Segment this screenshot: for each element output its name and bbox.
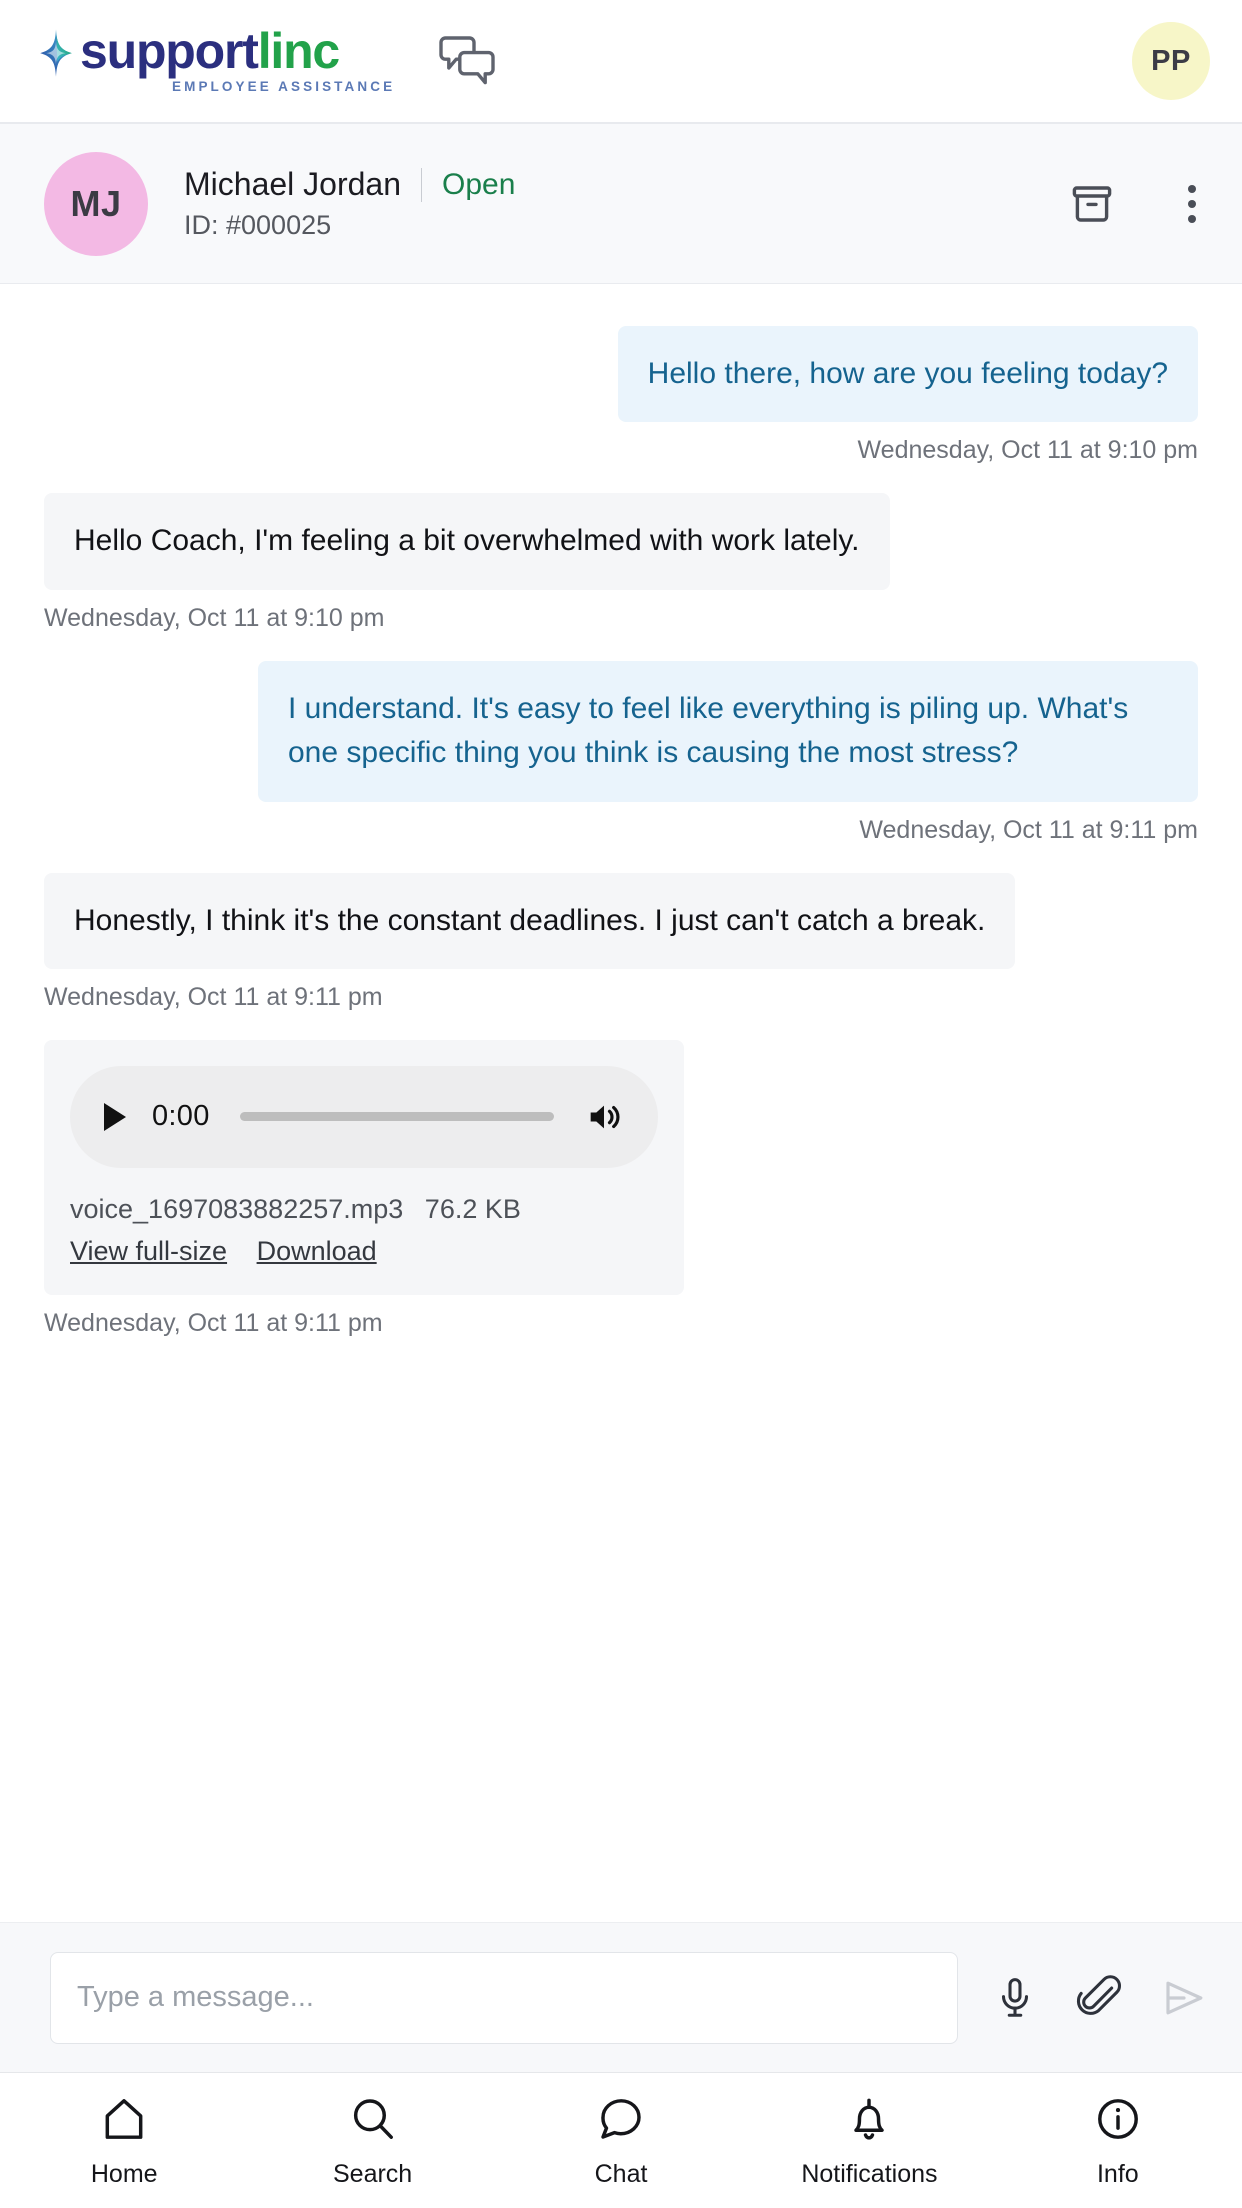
info-circle-icon <box>1092 2093 1144 2150</box>
nav-item-notifications[interactable]: Notifications <box>745 2093 993 2189</box>
nav-item-search[interactable]: Search <box>248 2093 496 2189</box>
view-full-size-link[interactable]: View full-size <box>70 1236 227 1266</box>
attachment-file-size: 76.2 KB <box>424 1193 521 1224</box>
nav-label-notifications: Notifications <box>801 2159 938 2188</box>
message-bubble: Hello there, how are you feeling today? <box>617 326 1198 423</box>
message-bubble: I understand. It's easy to feel like eve… <box>258 660 1198 802</box>
archive-box-icon[interactable] <box>1068 180 1116 228</box>
bottom-navigation: Home Search Chat Notifications Info <box>0 2072 1242 2208</box>
nav-label-info: Info <box>1096 2159 1139 2188</box>
message-bubble: Hello Coach, I'm feeling a bit overwhelm… <box>44 493 890 590</box>
message-item: I understand. It's easy to feel like eve… <box>44 660 1198 845</box>
message-input[interactable] <box>50 1951 958 2044</box>
nav-item-info[interactable]: Info <box>994 2093 1242 2189</box>
paperclip-icon[interactable] <box>1076 1974 1122 2021</box>
conversation-actions <box>1068 179 1212 229</box>
supportlinc-logo[interactable]: supportlinc EMPLOYEE ASSISTANCE <box>28 26 396 94</box>
contact-avatar-initials: MJ <box>70 182 122 224</box>
attachment-timestamp: Wednesday, Oct 11 at 9:11 pm <box>44 1308 383 1337</box>
attachment-file-info: voice_1697083882257.mp3 76.2 KB <box>70 1194 658 1225</box>
logo-tagline: EMPLOYEE ASSISTANCE <box>172 78 396 94</box>
logo-word-linc: linc <box>257 23 341 80</box>
brand-header: supportlinc EMPLOYEE ASSISTANCE PP <box>0 0 1242 124</box>
volume-icon[interactable] <box>584 1097 624 1137</box>
audio-player[interactable]: 0:00 <box>70 1065 658 1168</box>
attachment-file-name: voice_1697083882257.mp3 <box>70 1193 404 1224</box>
play-icon[interactable] <box>104 1102 126 1131</box>
message-item: Hello there, how are you feeling today? … <box>44 326 1198 465</box>
audio-current-time: 0:00 <box>152 1100 210 1133</box>
search-icon <box>347 2093 399 2150</box>
nav-label-chat: Chat <box>594 2159 648 2188</box>
conversation-meta: Michael Jordan Open ID: #000025 <box>184 166 515 241</box>
divider <box>421 167 422 202</box>
double-speech-bubble-icon[interactable] <box>437 34 499 90</box>
chat-app-screen: supportlinc EMPLOYEE ASSISTANCE PP MJ Mi… <box>0 0 1242 2208</box>
nav-item-chat[interactable]: Chat <box>497 2093 745 2189</box>
conversation-header: MJ Michael Jordan Open ID: #000025 <box>0 124 1242 284</box>
status-badge: Open <box>442 167 516 201</box>
logo-word-support: support <box>80 23 259 80</box>
message-item: Hello Coach, I'm feeling a bit overwhelm… <box>44 493 1198 632</box>
attachment-links: View full-size Download <box>70 1236 658 1267</box>
message-list: Hello there, how are you feeling today? … <box>0 284 1242 1922</box>
message-item: Honestly, I think it's the constant dead… <box>44 872 1198 1012</box>
conversation-id: ID: #000025 <box>184 210 332 240</box>
message-bubble: Honestly, I think it's the constant dead… <box>44 872 1016 969</box>
nav-label-search: Search <box>333 2159 413 2188</box>
microphone-icon[interactable] <box>992 1975 1038 2021</box>
nav-item-home[interactable]: Home <box>0 2093 248 2189</box>
home-icon <box>98 2093 150 2150</box>
message-timestamp: Wednesday, Oct 11 at 9:10 pm <box>44 603 385 632</box>
audio-progress-bar[interactable] <box>239 1112 554 1122</box>
nav-label-home: Home <box>90 2159 158 2188</box>
audio-attachment-card: 0:00 voice_1697083882257.mp3 76.2 KB Vie… <box>44 1039 684 1295</box>
user-avatar[interactable]: PP <box>1132 22 1210 100</box>
download-link[interactable]: Download <box>257 1236 377 1266</box>
message-timestamp: Wednesday, Oct 11 at 9:11 pm <box>859 815 1198 844</box>
composer-actions <box>992 1974 1208 2022</box>
user-avatar-initials: PP <box>1151 44 1191 77</box>
contact-name: Michael Jordan <box>184 166 401 202</box>
send-icon[interactable] <box>1160 1974 1208 2022</box>
more-vertical-icon[interactable] <box>1172 179 1212 229</box>
bell-icon <box>843 2093 895 2150</box>
attachment-message-item: 0:00 voice_1697083882257.mp3 76.2 KB Vie… <box>44 1039 1198 1338</box>
message-timestamp: Wednesday, Oct 11 at 9:11 pm <box>44 982 383 1011</box>
chat-bubble-icon <box>595 2093 647 2150</box>
sparkle-star-icon <box>40 29 72 77</box>
contact-avatar[interactable]: MJ <box>44 151 148 256</box>
message-composer <box>0 1922 1242 2072</box>
message-timestamp: Wednesday, Oct 11 at 9:10 pm <box>857 436 1198 465</box>
